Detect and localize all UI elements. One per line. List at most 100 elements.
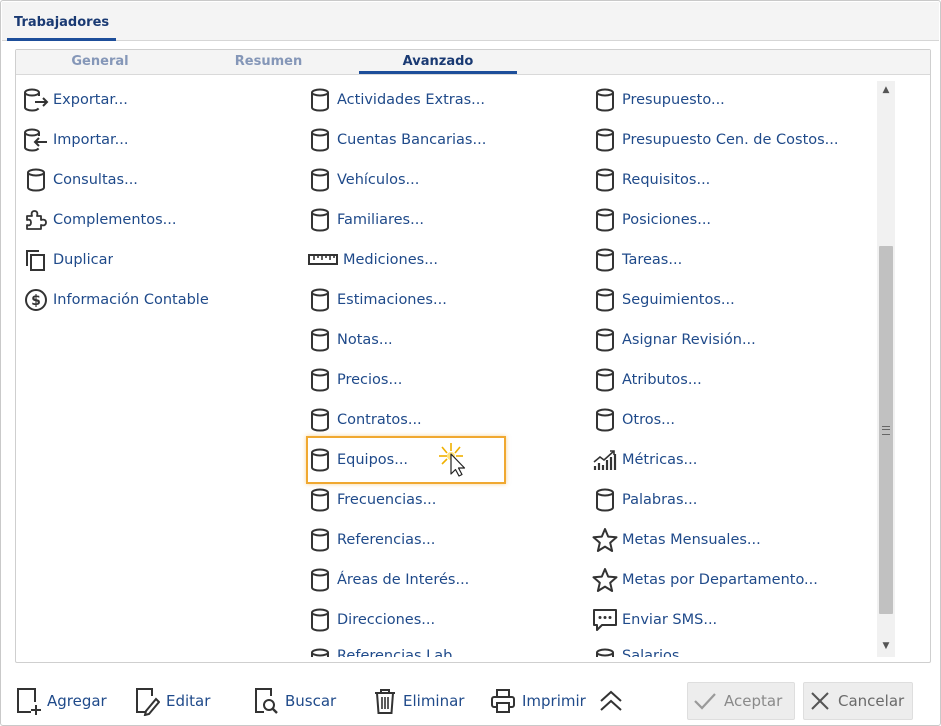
cancel-button[interactable]: Cancelar xyxy=(803,682,913,720)
option-item[interactable]: Exportar... xyxy=(23,88,128,112)
search-label: Buscar xyxy=(285,692,337,710)
option-label: Tareas... xyxy=(622,252,683,268)
option-item[interactable]: $ Información Contable xyxy=(23,288,209,312)
window-header: Trabajadores xyxy=(2,2,939,41)
option-item[interactable]: Referencias Lab... xyxy=(307,648,466,657)
option-item[interactable]: Precios... xyxy=(307,368,402,392)
database-icon xyxy=(307,408,333,432)
option-label: Salarios... xyxy=(622,648,694,657)
database-icon xyxy=(307,208,333,232)
option-item[interactable]: Familiares... xyxy=(307,208,424,232)
export-database-icon xyxy=(23,88,49,112)
option-item[interactable]: Contratos... xyxy=(307,408,422,432)
option-label: Estimaciones... xyxy=(337,292,447,308)
option-item[interactable]: Requisitos... xyxy=(592,168,710,192)
copy-icon xyxy=(23,248,49,272)
database-icon xyxy=(307,528,333,552)
vertical-scrollbar[interactable]: ▲ ▼ xyxy=(877,81,895,657)
option-item[interactable]: Enviar SMS... xyxy=(592,608,717,632)
option-item[interactable]: Actividades Extras... xyxy=(307,88,485,112)
database-icon xyxy=(307,88,333,112)
option-item[interactable]: Metas Mensuales... xyxy=(592,528,761,552)
option-label: Complementos... xyxy=(53,212,177,228)
option-item[interactable]: Referencias... xyxy=(307,528,435,552)
option-label: Precios... xyxy=(337,372,403,388)
tab-avanzado[interactable]: Avanzado xyxy=(359,54,517,74)
add-button[interactable]: Agregar xyxy=(15,685,107,717)
option-item[interactable]: Presupuesto Cen. de Costos... xyxy=(592,128,839,152)
option-item[interactable]: Presupuesto... xyxy=(592,88,725,112)
database-icon xyxy=(592,248,618,272)
edit-button[interactable]: Editar xyxy=(134,685,210,717)
option-label: Áreas de Interés... xyxy=(337,572,470,588)
close-icon xyxy=(810,691,830,711)
option-item[interactable]: Palabras... xyxy=(592,488,697,512)
option-label: Requisitos... xyxy=(622,172,711,188)
database-icon xyxy=(592,288,618,312)
option-item[interactable]: Seguimientos... xyxy=(592,288,735,312)
option-label: Frecuencias... xyxy=(337,492,437,508)
option-item[interactable]: Métricas... xyxy=(592,448,697,472)
accept-button[interactable]: Aceptar xyxy=(687,682,795,720)
option-label: Direcciones... xyxy=(337,612,436,628)
print-label: Imprimir xyxy=(522,692,586,710)
scroll-up-icon[interactable]: ▲ xyxy=(881,85,891,95)
option-item[interactable]: Complementos... xyxy=(23,208,176,232)
tab-general[interactable]: General xyxy=(50,54,150,74)
option-item[interactable]: Direcciones... xyxy=(307,608,435,632)
delete-label: Eliminar xyxy=(403,692,465,710)
option-item[interactable]: Otros... xyxy=(592,408,675,432)
option-item[interactable]: Metas por Departamento... xyxy=(592,568,818,592)
option-item[interactable]: Estimaciones... xyxy=(307,288,447,312)
scroll-down-icon[interactable]: ▼ xyxy=(881,641,891,651)
option-item[interactable]: Duplicar xyxy=(23,248,113,272)
option-item[interactable]: Cuentas Bancarias... xyxy=(307,128,486,152)
option-item[interactable]: Asignar Revisión... xyxy=(592,328,756,352)
database-icon xyxy=(307,568,333,592)
option-label: Métricas... xyxy=(622,452,698,468)
chevron-double-up-icon xyxy=(599,688,623,714)
option-label: Cuentas Bancarias... xyxy=(337,132,487,148)
option-item[interactable]: Salarios... xyxy=(592,648,693,657)
option-item[interactable]: Vehículos... xyxy=(307,168,419,192)
database-icon xyxy=(307,288,333,312)
search-button[interactable]: Buscar xyxy=(253,685,336,717)
option-item[interactable]: Mediciones... xyxy=(307,248,438,272)
option-item[interactable]: Notas... xyxy=(307,328,393,352)
window-title-tab[interactable]: Trabajadores xyxy=(7,12,117,41)
search-doc-icon xyxy=(253,686,279,716)
puzzle-icon xyxy=(23,208,49,232)
option-label: Presupuesto... xyxy=(622,92,725,108)
star-icon xyxy=(592,568,618,592)
database-icon xyxy=(307,168,333,192)
accept-label: Aceptar xyxy=(724,692,783,710)
database-icon xyxy=(592,128,618,152)
option-label: Mediciones... xyxy=(343,252,439,268)
option-label: Contratos... xyxy=(337,412,422,428)
database-icon xyxy=(592,168,618,192)
option-label: Duplicar xyxy=(53,252,114,268)
tab-resumen[interactable]: Resumen xyxy=(201,54,336,74)
cancel-label: Cancelar xyxy=(838,692,905,710)
option-label: Información Contable xyxy=(53,292,209,308)
option-item[interactable]: Frecuencias... xyxy=(307,488,436,512)
option-item[interactable]: Áreas de Interés... xyxy=(307,568,469,592)
edit-label: Editar xyxy=(166,692,211,710)
collapse-button[interactable] xyxy=(599,685,629,717)
option-label: Otros... xyxy=(622,412,675,428)
option-item[interactable]: Tareas... xyxy=(592,248,682,272)
add-doc-icon xyxy=(15,686,41,716)
option-item[interactable]: Consultas... xyxy=(23,168,138,192)
option-label: Presupuesto Cen. de Costos... xyxy=(622,132,839,148)
scrollbar-thumb[interactable] xyxy=(879,246,893,614)
database-icon xyxy=(307,488,333,512)
option-item[interactable]: Atributos... xyxy=(592,368,702,392)
option-item[interactable]: Posiciones... xyxy=(592,208,711,232)
delete-button[interactable]: Eliminar xyxy=(373,685,464,717)
print-button[interactable]: Imprimir xyxy=(490,685,586,717)
option-label: Asignar Revisión... xyxy=(622,332,756,348)
hover-highlight xyxy=(306,436,506,484)
tab-bar: General Resumen Avanzado xyxy=(16,50,930,75)
dialog-window: Trabajadores General Resumen Avanzado Ex… xyxy=(0,0,941,726)
option-item[interactable]: Importar... xyxy=(23,128,128,152)
